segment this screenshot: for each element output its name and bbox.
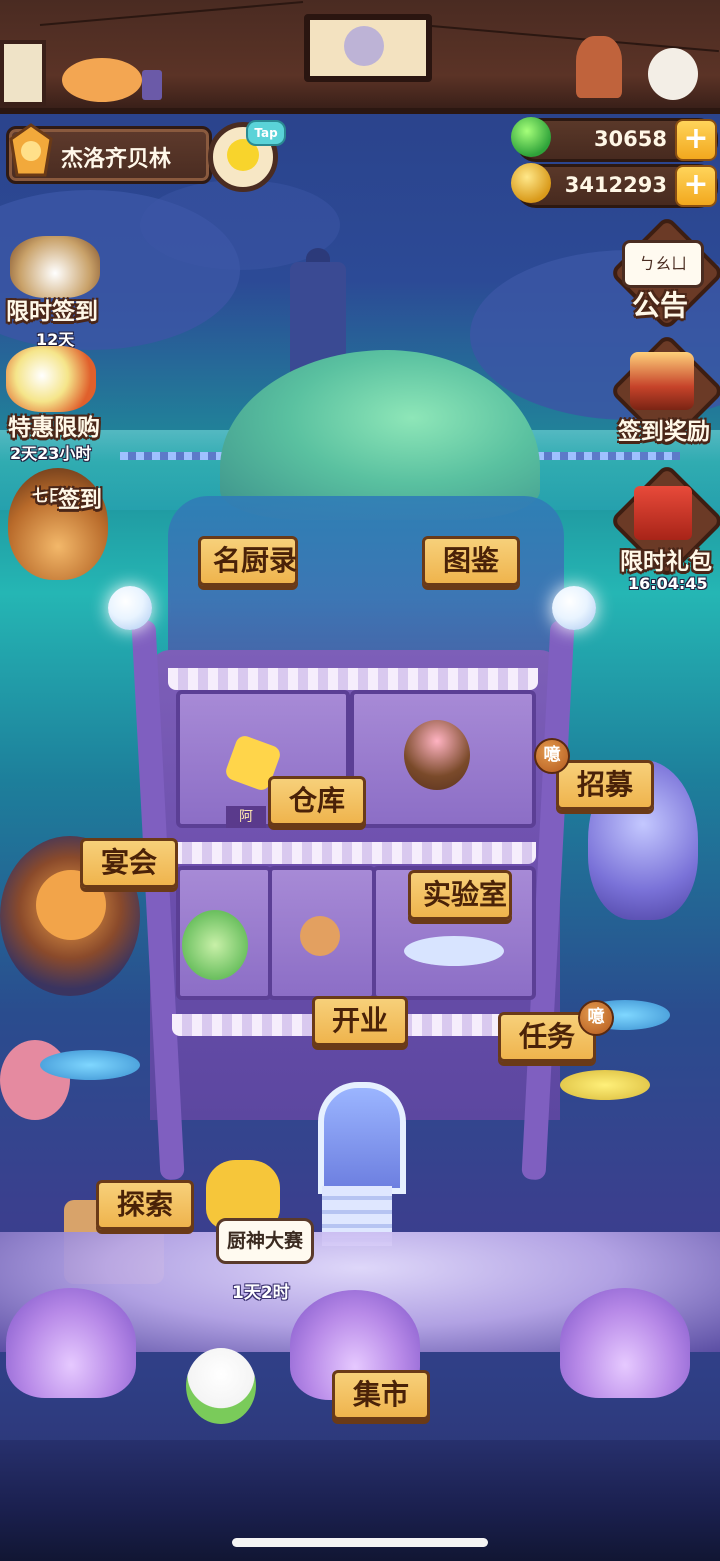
gift-box-icon	[634, 486, 692, 540]
jar-icon	[142, 70, 162, 100]
add-coins-button[interactable]: +	[675, 165, 717, 207]
sleeping-cat-icon	[62, 58, 142, 102]
sundae-icon	[404, 720, 470, 790]
chef-rank-icon	[7, 123, 55, 183]
shell-stall-left[interactable]	[6, 1288, 136, 1398]
sidebar-label-notice: 公告	[632, 289, 689, 322]
sidebar-label-gift-pack: 限时礼包	[620, 549, 712, 575]
shell-stall-right[interactable]	[560, 1288, 690, 1398]
warehouse-sign[interactable]: 仓库	[268, 776, 366, 826]
chef-contest-timer: 1天2时	[232, 1283, 290, 1303]
fish-plate-icon	[404, 936, 504, 966]
player-name: 杰洛齐贝林	[61, 147, 172, 172]
chef-character	[300, 916, 340, 956]
chef-doll-icon	[576, 36, 622, 98]
white-cat-icon	[648, 48, 698, 100]
rice-bowl-icon	[10, 236, 100, 298]
recruit-badge: 噫	[534, 738, 570, 774]
coin-counter: 3412293 +	[511, 163, 718, 208]
rope-left	[39, 0, 304, 26]
special-offer-timer: 2天23小时	[10, 444, 92, 463]
shop-sign: 阿	[226, 806, 266, 828]
paw-frame	[0, 40, 46, 106]
banquet-sign[interactable]: 宴会	[80, 838, 178, 888]
tasks-badge: 噫	[578, 1000, 614, 1036]
green-gem-icon	[511, 117, 551, 157]
player-name-plate[interactable]: 杰洛齐贝林	[6, 123, 212, 184]
chef-contest-button[interactable]: 厨神大赛	[216, 1218, 315, 1264]
tap-hint: Tap	[246, 120, 286, 146]
awning-middle	[172, 842, 536, 864]
lab-sign[interactable]: 实验室	[408, 870, 512, 920]
pearl-lamp-left	[108, 586, 152, 630]
front-door[interactable]	[318, 1082, 406, 1194]
pearl-lamp-right	[552, 586, 596, 630]
sidebar-label-special-offer: 特惠限购	[8, 415, 100, 441]
sidebar-label-limited-signin: 限时签到	[6, 299, 98, 325]
top-shelf	[0, 0, 720, 114]
sidebar-label-signin-reward: 签到奖励	[618, 419, 710, 445]
chefs-sign[interactable]: 名厨录	[198, 536, 298, 586]
gold-coin-icon	[511, 163, 551, 203]
gem-counter: 30658 +	[511, 117, 718, 162]
recruit-sign[interactable]: 招募	[556, 760, 654, 810]
notice-icon: ㄅㄠㄩ	[622, 240, 704, 288]
coconut-drink-icon	[182, 910, 248, 980]
explore-sign[interactable]: 探索	[96, 1180, 194, 1230]
raccoon-icon	[344, 26, 384, 66]
right-platform-2	[560, 1070, 650, 1100]
left-platform	[40, 1050, 140, 1080]
coin-value: 3412293	[564, 173, 667, 197]
awning-top	[168, 668, 538, 690]
signin-text: 签到	[58, 488, 103, 513]
home-indicator[interactable]	[232, 1538, 488, 1547]
gem-value: 30658	[593, 127, 667, 151]
duck-chef-character[interactable]	[186, 1348, 256, 1424]
add-gems-button[interactable]: +	[675, 119, 717, 161]
market-sign[interactable]: 集市	[332, 1370, 430, 1420]
gift-star-icon	[6, 346, 96, 412]
hanging-portrait[interactable]	[304, 14, 432, 82]
catalog-sign[interactable]: 图鉴	[422, 536, 520, 586]
game-scene: 阿 杰洛齐贝林 Tap 30658 + 3412293 + 限时签到 12天 特…	[0, 0, 720, 1561]
cake-icon	[630, 352, 694, 410]
gift-pack-timer: 16:04:45	[628, 574, 708, 593]
open-business-sign[interactable]: 开业	[312, 996, 408, 1046]
